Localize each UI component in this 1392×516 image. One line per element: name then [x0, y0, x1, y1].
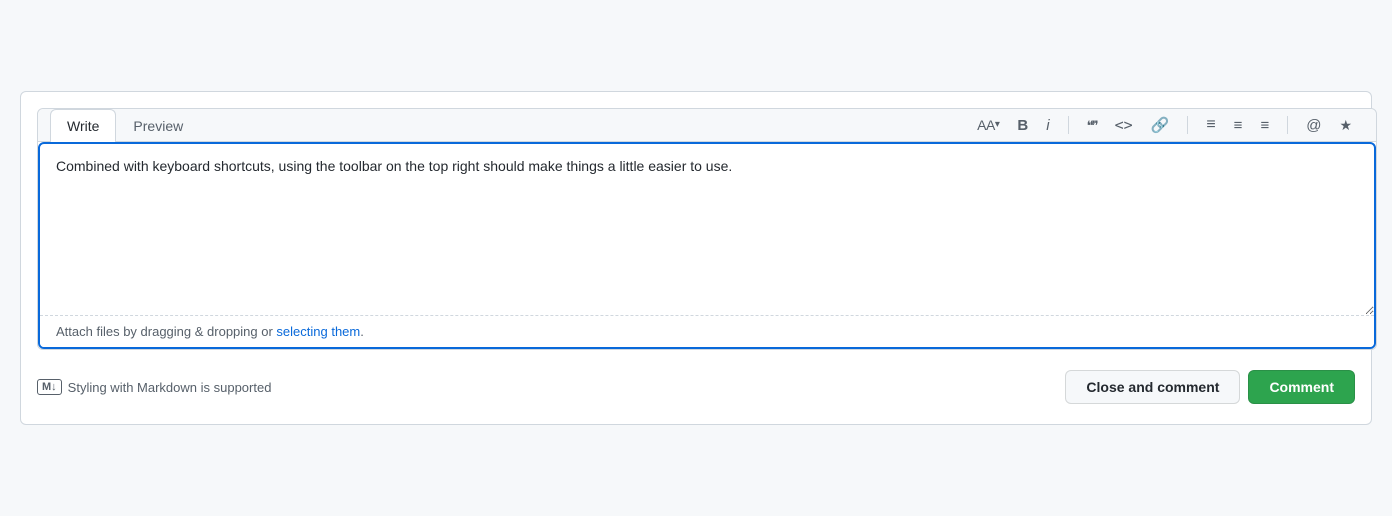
tab-left: Write Preview — [50, 109, 200, 141]
toolbar-group-list: ≡ ≡ ≡ — [1202, 115, 1273, 135]
attach-text-before: Attach files by dragging & dropping or — [56, 324, 276, 339]
code-button[interactable]: <> — [1111, 116, 1137, 135]
toolbar-divider-1 — [1068, 116, 1069, 134]
toolbar-group-font: AA▾ B i — [973, 116, 1053, 135]
font-size-arrow: ▾ — [995, 120, 1000, 130]
attach-link[interactable]: selecting them — [276, 324, 360, 339]
editor-container: Write Preview AA▾ B i ❝❞ <> 🔗 — [37, 108, 1377, 350]
markdown-icon: M↓ — [37, 379, 62, 395]
toolbar-group-misc: @ ★ — [1302, 116, 1356, 135]
tab-bar: Write Preview AA▾ B i ❝❞ <> 🔗 — [38, 109, 1376, 142]
toolbar-divider-2 — [1187, 116, 1188, 134]
quote-button[interactable]: ❝❞ — [1083, 117, 1101, 134]
footer-buttons: Close and comment Comment — [1065, 370, 1355, 404]
toolbar-group-format: ❝❞ <> 🔗 — [1083, 116, 1174, 135]
font-size-label: AA — [977, 118, 995, 132]
bold-button[interactable]: B — [1013, 116, 1032, 135]
toolbar-divider-3 — [1287, 116, 1288, 134]
attach-bar: Attach files by dragging & dropping or s… — [40, 316, 1374, 347]
footer: M↓ Styling with Markdown is supported Cl… — [37, 358, 1355, 408]
italic-button[interactable]: i — [1042, 116, 1053, 135]
close-and-comment-button[interactable]: Close and comment — [1065, 370, 1240, 404]
unordered-list-button[interactable]: ≡ — [1202, 115, 1219, 135]
attach-text-after: . — [360, 324, 364, 339]
markdown-text: Styling with Markdown is supported — [68, 380, 272, 395]
task-list-button[interactable]: ≡ — [1256, 116, 1273, 135]
comment-textarea[interactable]: Combined with keyboard shortcuts, using … — [40, 144, 1374, 316]
comment-button[interactable]: Comment — [1248, 370, 1355, 404]
editor-wrapper: Combined with keyboard shortcuts, using … — [38, 142, 1376, 349]
toolbar: AA▾ B i ❝❞ <> 🔗 ≡ ≡ ≡ — [965, 109, 1364, 141]
ordered-list-button[interactable]: ≡ — [1230, 116, 1247, 135]
mention-button[interactable]: @ — [1302, 116, 1325, 135]
editor-outer: Write Preview AA▾ B i ❝❞ <> 🔗 — [20, 91, 1372, 425]
tab-preview[interactable]: Preview — [116, 109, 200, 142]
bookmark-button[interactable]: ★ — [1335, 116, 1356, 134]
tab-write[interactable]: Write — [50, 109, 116, 142]
markdown-hint: M↓ Styling with Markdown is supported — [37, 379, 271, 395]
link-button[interactable]: 🔗 — [1147, 116, 1174, 135]
font-size-button[interactable]: AA▾ — [973, 116, 1003, 134]
